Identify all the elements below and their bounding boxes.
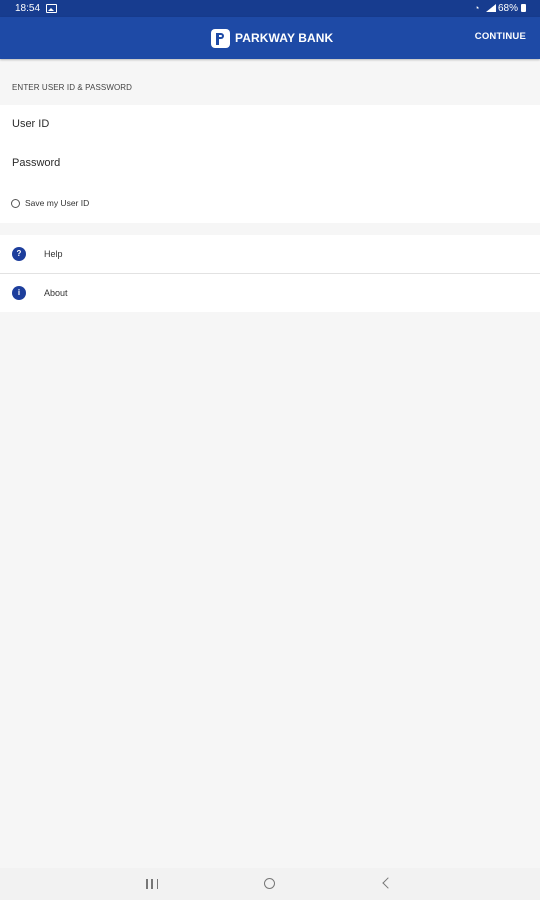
continue-button[interactable]: CONTINUE bbox=[475, 31, 526, 42]
menu-item-label: Help bbox=[44, 249, 63, 259]
save-userid-option[interactable]: Save my User ID bbox=[11, 198, 89, 208]
brand: PARKWAY BANK bbox=[211, 27, 333, 49]
gallery-icon bbox=[46, 4, 57, 13]
section-header: ENTER USER ID & PASSWORD bbox=[12, 83, 133, 92]
status-time: 18:54 bbox=[15, 3, 41, 14]
menu-item-label: About bbox=[44, 288, 68, 298]
system-nav-bar bbox=[0, 868, 540, 900]
save-userid-label: Save my User ID bbox=[25, 198, 90, 208]
wifi-icon: ◔ bbox=[474, 3, 480, 13]
info-icon: i bbox=[12, 286, 26, 300]
menu-list: ? Help i About bbox=[0, 235, 540, 312]
menu-item-about[interactable]: i About bbox=[0, 273, 540, 312]
save-userid-checkbox[interactable] bbox=[11, 198, 20, 208]
battery-icon bbox=[521, 4, 526, 12]
back-icon[interactable] bbox=[382, 877, 394, 889]
parkway-logo-icon bbox=[211, 28, 230, 48]
recents-icon[interactable] bbox=[146, 879, 158, 889]
home-icon[interactable] bbox=[264, 878, 275, 889]
battery-percentage: 68% bbox=[498, 3, 519, 14]
signal-icon bbox=[486, 4, 496, 12]
userid-field[interactable] bbox=[0, 106, 540, 142]
help-icon: ? bbox=[12, 247, 26, 261]
password-field[interactable] bbox=[0, 145, 540, 181]
menu-item-help[interactable]: ? Help bbox=[0, 235, 540, 273]
status-bar: 18:54 ◔ 68% bbox=[0, 0, 540, 17]
login-card: Save my User ID bbox=[0, 105, 540, 223]
brand-name: PARKWAY BANK bbox=[235, 31, 334, 45]
app-header: PARKWAY BANK CONTINUE bbox=[0, 17, 540, 59]
